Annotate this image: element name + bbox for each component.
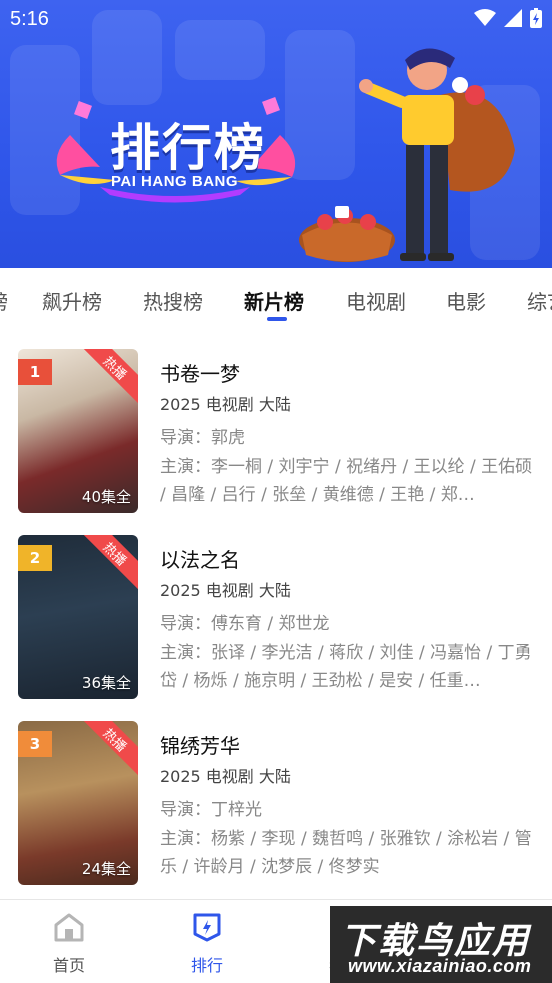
hot-badge: 热播 <box>79 721 138 776</box>
rank-badge: 2 <box>18 545 52 571</box>
poster-image[interactable]: 3 热播 24集全 <box>18 721 138 885</box>
item-cast: 主演：杨紫 / 李现 / 魏哲鸣 / 张雅钦 / 涂松岩 / 管乐 / 许龄月 … <box>160 829 532 877</box>
nav-home-label: 首页 <box>52 956 85 975</box>
category-tabs: 榜 飙升榜 热搜榜 新片榜 电视剧 电影 综艺 <box>0 268 552 330</box>
rank-badge: 3 <box>18 731 52 757</box>
item-director: 导演：傅东育 / 郑世龙 <box>160 614 330 634</box>
item-title[interactable]: 书卷一梦 <box>160 358 240 387</box>
episode-count: 36集全 <box>81 674 131 692</box>
item-cast: 主演：李一桐 / 刘宇宁 / 祝绪丹 / 王以纶 / 王佑硕 / 昌隆 / 吕行… <box>160 457 533 505</box>
item-title[interactable]: 以法之名 <box>160 544 240 573</box>
item-director: 导演：丁梓光 <box>160 800 262 820</box>
nav-ranking[interactable]: 排行 <box>167 912 247 976</box>
hot-badge: 热播 <box>79 535 138 590</box>
signal-icon <box>504 9 522 27</box>
person-illustration <box>299 48 515 262</box>
wifi-icon <box>474 9 496 26</box>
hot-badge: 热播 <box>79 349 138 404</box>
tab-hot-search[interactable]: 热搜榜 <box>143 286 203 315</box>
item-cast: 主演：张译 / 李光洁 / 蒋欣 / 刘佳 / 冯嘉怡 / 丁勇岱 / 杨烁 /… <box>160 643 532 691</box>
list-item[interactable]: 1 热播 40集全 书卷一梦 2025 电视剧 大陆 导演：郭虎 主演：李一桐 … <box>0 330 552 516</box>
tab-movies[interactable]: 电影 <box>446 286 486 315</box>
episode-count: 24集全 <box>81 860 131 878</box>
tab-new-releases[interactable]: 新片榜 <box>244 286 304 315</box>
tab-variety[interactable]: 综艺 <box>527 286 552 315</box>
banner[interactable]: 5:16 排行榜 PAI HANG BANG <box>0 0 552 268</box>
home-icon <box>54 913 84 942</box>
list-item[interactable]: 2 热播 36集全 以法之名 2025 电视剧 大陆 导演：傅东育 / 郑世龙 … <box>0 516 552 702</box>
nav-home[interactable]: 首页 <box>29 912 109 976</box>
status-time: 5:16 <box>10 8 49 30</box>
rank-badge: 1 <box>18 359 52 385</box>
banner-title: 排行榜 <box>110 119 266 177</box>
tab-partial[interactable]: 榜 <box>0 286 8 315</box>
poster-image[interactable]: 2 热播 36集全 <box>18 535 138 699</box>
list-item[interactable]: 3 热播 24集全 锦绣芳华 2025 电视剧 大陆 导演：丁梓光 主演：杨紫 … <box>0 702 552 888</box>
banner-subtitle: PAI HANG BANG <box>111 173 239 190</box>
tab-rising[interactable]: 飙升榜 <box>42 286 102 315</box>
battery-icon <box>530 8 542 28</box>
episode-count: 40集全 <box>81 488 131 506</box>
status-bar: 5:16 <box>0 0 552 40</box>
watermark: 下载鸟应用 www.xiazainiao.com <box>330 906 552 983</box>
nav-ranking-label: 排行 <box>190 956 223 975</box>
tab-tv-series[interactable]: 电视剧 <box>346 286 406 315</box>
ranking-icon <box>193 913 221 942</box>
item-meta: 2025 电视剧 大陆 <box>160 581 291 600</box>
item-meta: 2025 电视剧 大陆 <box>160 767 291 786</box>
poster-image[interactable]: 1 热播 40集全 <box>18 349 138 513</box>
item-meta: 2025 电视剧 大陆 <box>160 395 291 414</box>
item-director: 导演：郭虎 <box>160 428 245 448</box>
active-tab-indicator <box>267 317 287 321</box>
watermark-url: www.xiazainiao.com <box>348 956 532 976</box>
item-title[interactable]: 锦绣芳华 <box>160 730 240 759</box>
